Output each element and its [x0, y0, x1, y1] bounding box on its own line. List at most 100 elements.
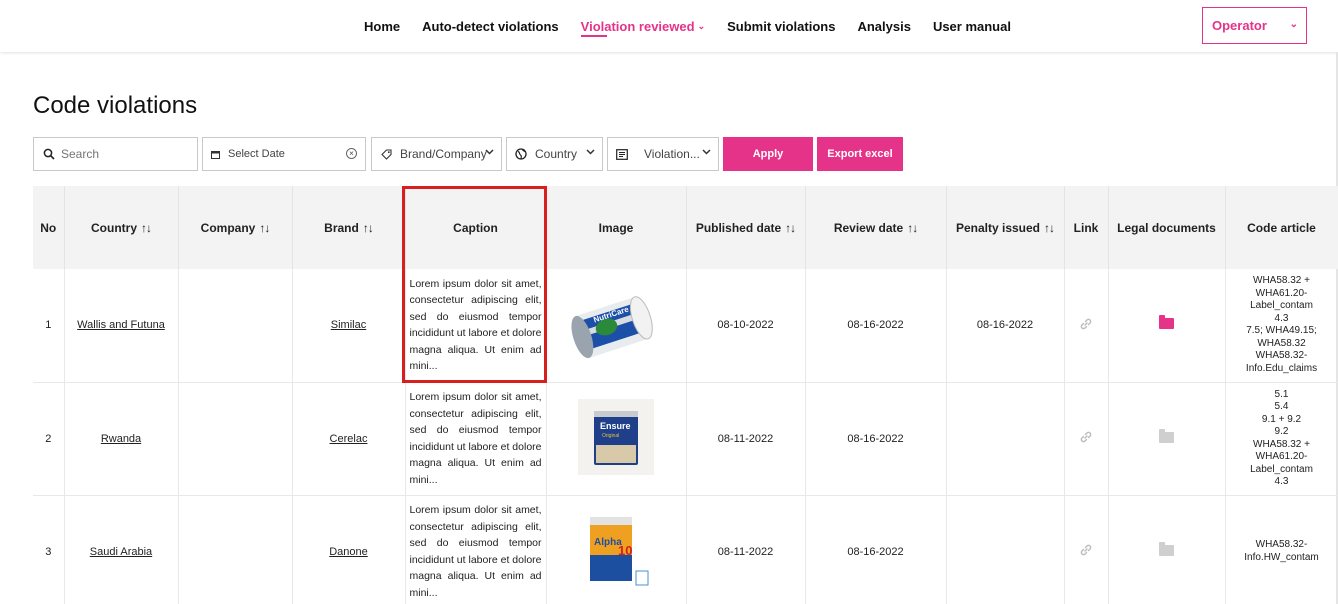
cell-caption: Lorem ipsum dolor sit amet, consectetur …	[405, 382, 547, 496]
cell-published-date: 08-11-2022	[686, 382, 806, 496]
nav-submit-violations[interactable]: Submit violations	[727, 0, 835, 52]
nav-violation-reviewed-label: Violation reviewed	[580, 18, 695, 34]
table-row: 1 Wallis and Futuna Similac Lorem ipsum …	[33, 269, 1338, 383]
code-line: Info.HW_contam	[1244, 551, 1319, 563]
nav-home[interactable]: Home	[364, 0, 400, 52]
folder-icon[interactable]	[1159, 541, 1174, 556]
cell-code-article: WHA58.32- Info.HW_contam	[1225, 495, 1338, 604]
col-country[interactable]: Country ↑↓	[64, 186, 179, 269]
col-review-label: Review date	[833, 220, 904, 235]
document-list-icon	[616, 148, 628, 160]
sort-icon[interactable]: ↑↓	[785, 221, 796, 235]
nav-analysis[interactable]: Analysis	[857, 0, 910, 52]
cell-company	[178, 269, 293, 383]
col-review-date[interactable]: Review date ↑↓	[805, 186, 947, 269]
col-no: No	[33, 186, 65, 269]
link-icon[interactable]	[1079, 317, 1093, 331]
table-row: 2 Rwanda Cerelac Lorem ipsum dolor sit a…	[33, 382, 1338, 496]
nav-auto-detect[interactable]: Auto-detect violations	[422, 0, 559, 52]
globe-icon	[515, 148, 527, 160]
cell-image: Ensure Original	[546, 382, 687, 496]
product-image[interactable]: Ensure Original	[578, 399, 654, 475]
link-icon[interactable]	[1079, 430, 1093, 444]
code-line: 4.3	[1274, 476, 1289, 487]
col-brand[interactable]: Brand ↑↓	[292, 186, 406, 269]
sort-icon[interactable]: ↑↓	[363, 221, 374, 235]
cell-penalty-issued: 08-16-2022	[946, 269, 1065, 383]
sort-icon[interactable]: ↑↓	[141, 221, 152, 235]
cell-caption: Lorem ipsum dolor sit amet, consectetur …	[405, 495, 547, 604]
apply-button[interactable]: Apply	[723, 137, 813, 171]
brand-link[interactable]: Danone	[329, 546, 368, 558]
folder-icon[interactable]	[1159, 315, 1174, 330]
product-image[interactable]: NutriCare	[566, 286, 666, 362]
search-input[interactable]	[61, 147, 191, 161]
brand-company-dropdown[interactable]: Brand/Company	[371, 137, 502, 171]
cell-review-date: 08-16-2022	[805, 495, 947, 604]
nav-violation-reviewed[interactable]: Violation reviewed ⌄	[580, 0, 706, 52]
cell-no: 2	[33, 382, 65, 496]
code-line: WHA58.32	[1257, 337, 1306, 349]
violations-table-container: No Country ↑↓ Company ↑↓ Brand ↑↓ Caption I…	[33, 186, 1338, 604]
search-icon	[43, 148, 55, 160]
col-published-date[interactable]: Published date ↑↓	[686, 186, 806, 269]
chevron-down-icon	[702, 149, 711, 155]
caption-text: Lorem ipsum dolor sit amet, consectetur …	[409, 277, 542, 373]
col-legal-documents: Legal documents	[1108, 186, 1226, 269]
top-navigation-bar: Home Auto-detect violations Violation re…	[0, 0, 1338, 52]
country-link[interactable]: Saudi Arabia	[90, 546, 152, 558]
violation-dropdown[interactable]: Violation...	[607, 137, 719, 171]
caption-text: Lorem ipsum dolor sit amet, consectetur …	[409, 391, 542, 486]
nav-submit-label: Submit violations	[727, 18, 836, 34]
country-link[interactable]: Wallis and Futuna	[77, 319, 165, 331]
code-article-list: WHA58.32- Info.HW_contam	[1226, 502, 1338, 602]
chevron-down-icon: ⌄	[1289, 19, 1298, 30]
col-caption-label: Caption	[453, 220, 498, 235]
cell-penalty-issued	[946, 495, 1065, 604]
page-title: Code violations	[33, 92, 198, 119]
link-icon[interactable]	[1079, 543, 1093, 557]
cell-link	[1064, 495, 1109, 604]
export-excel-button[interactable]: Export excel	[817, 137, 903, 171]
col-no-label: No	[40, 220, 57, 235]
col-code-article: Code article	[1225, 186, 1338, 269]
date-picker[interactable]: Select Date ×	[202, 137, 366, 171]
chevron-down-icon: ⌄	[697, 20, 706, 31]
code-line: 7.5; WHA49.15;	[1246, 325, 1317, 337]
brand-link[interactable]: Cerelac	[330, 433, 368, 445]
violation-label: Violation...	[644, 147, 700, 161]
country-dropdown[interactable]: Country	[506, 137, 603, 171]
sort-icon[interactable]: ↑↓	[907, 221, 918, 235]
col-company[interactable]: Company ↑↓	[178, 186, 293, 269]
code-line: Label_contam	[1250, 463, 1313, 475]
cell-no: 3	[33, 495, 65, 604]
role-selector[interactable]: Operator ⌄	[1202, 7, 1307, 44]
cell-image: NutriCare	[546, 269, 687, 383]
sort-icon[interactable]: ↑↓	[259, 221, 270, 235]
cell-link	[1064, 382, 1109, 496]
code-article-list: 5.1 5.4 9.1 + 9.2 9.2 WHA58.32 + WHA61.2…	[1226, 389, 1338, 489]
cell-company	[178, 495, 293, 604]
code-line: 9.1 + 9.2	[1261, 413, 1302, 425]
nav-user-manual[interactable]: User manual	[933, 0, 1011, 52]
folder-icon[interactable]	[1159, 428, 1174, 443]
col-penalty-issued[interactable]: Penalty issued ↑↓	[946, 186, 1065, 269]
col-country-label: Country	[91, 220, 137, 235]
svg-text:Original: Original	[602, 433, 619, 439]
clear-icon[interactable]: ×	[346, 148, 357, 159]
brand-link[interactable]: Similac	[331, 319, 366, 331]
cell-published-date: 08-10-2022	[686, 269, 806, 383]
country-link[interactable]: Rwanda	[101, 433, 141, 445]
col-legal-label: Legal documents	[1117, 220, 1216, 235]
cell-company	[178, 382, 293, 496]
code-line: WHA58.32 +	[1253, 275, 1310, 287]
code-line: WHA58.32 +	[1253, 438, 1310, 450]
search-box[interactable]	[33, 137, 198, 171]
col-image: Image	[546, 186, 687, 269]
col-brand-label: Brand	[324, 220, 359, 235]
sort-icon[interactable]: ↑↓	[1044, 221, 1055, 235]
cell-legal-documents	[1108, 382, 1226, 496]
cell-published-date: 08-11-2022	[686, 495, 806, 604]
cell-brand: Danone	[292, 495, 406, 604]
product-image[interactable]: Alpha 10	[576, 511, 656, 589]
